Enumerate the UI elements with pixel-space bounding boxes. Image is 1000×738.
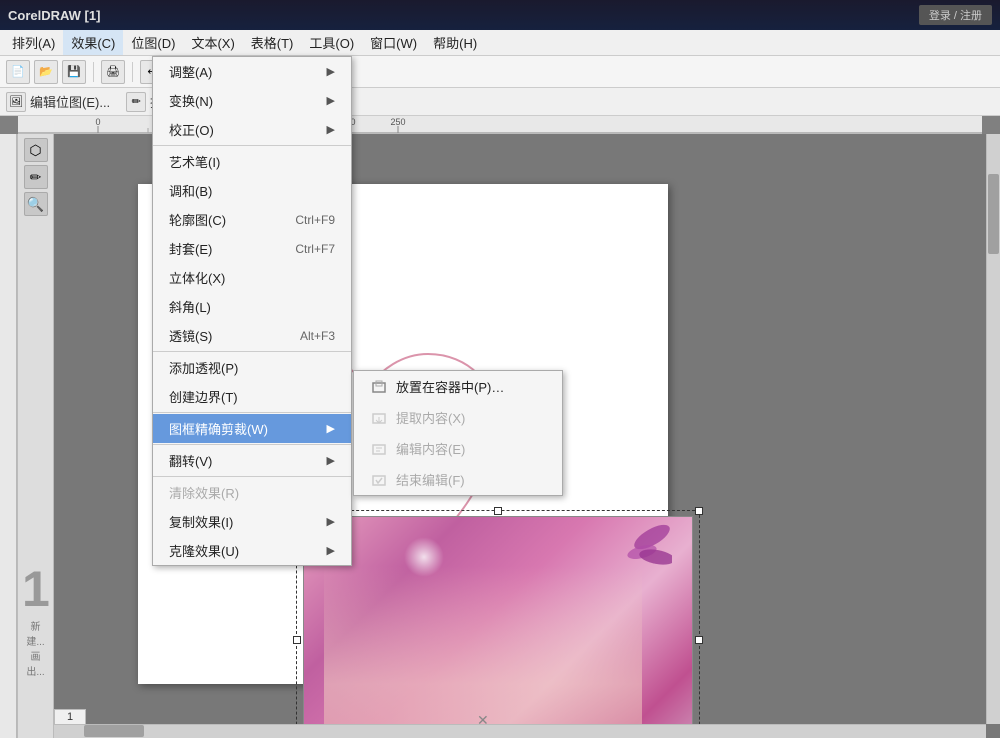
scrollbar-horizontal[interactable] (54, 724, 986, 738)
toolbar1: 📄 📂 💾 🖨 ↩ ↪ IR @ 贴齐 ✦ (0, 56, 1000, 88)
canvas-page-info: 1 新建... 画出... (22, 564, 49, 678)
menu-wenben[interactable]: 文本(X) (183, 30, 242, 55)
menu-bangzhu[interactable]: 帮助(H) (425, 30, 485, 55)
toolbar2: 🖼 编辑位图(E)... ✏ 描摹位图(T) ⬜ ✂ ⊞ ≡ (0, 88, 1000, 116)
powerpaste-arrow: ▶ (327, 422, 335, 435)
edit-content-icon (370, 440, 388, 458)
draw-label: 画出... (22, 648, 49, 678)
sep4 (153, 444, 351, 445)
menu-adjust[interactable]: 调整(A) ▶ (153, 57, 351, 86)
freehand-tool[interactable]: ✏ (24, 165, 48, 189)
app-title: CorelDRAW [1] (8, 8, 100, 23)
zoom-tool[interactable]: 🔍 (24, 192, 48, 216)
scrollbar-vertical[interactable] (986, 134, 1000, 724)
menu-correct[interactable]: 校正(O) ▶ (153, 115, 351, 144)
handle-mr (695, 636, 703, 644)
new-btn[interactable]: 📄 (6, 60, 30, 84)
menu-contour[interactable]: 轮廓图(C) Ctrl+F9 (153, 205, 351, 234)
save-btn[interactable]: 💾 (62, 60, 86, 84)
page-tabs-area: 1 (54, 708, 86, 724)
left-toolbox: ⬡ ✏ 🔍 1 新建... 画出... (18, 134, 54, 738)
scrollbar-v-thumb[interactable] (988, 174, 999, 254)
ruler-vertical (0, 134, 18, 738)
correct-arrow: ▶ (327, 123, 335, 136)
sep1 (93, 62, 94, 82)
contour-shortcut: Ctrl+F9 (295, 213, 335, 227)
select-tool[interactable]: ⬡ (24, 138, 48, 162)
place-container-icon (370, 378, 388, 396)
edit-content-icon-svg (371, 441, 387, 457)
sep5 (153, 476, 351, 477)
menu-xiaoguo[interactable]: 效果(C) (63, 30, 123, 55)
place-icon-svg (371, 379, 387, 395)
copyeffect-arrow: ▶ (327, 515, 335, 528)
finish-edit-icon (370, 471, 388, 489)
transform-arrow: ▶ (327, 94, 335, 107)
extract-icon-svg (371, 410, 387, 426)
svg-text:250: 250 (390, 117, 405, 127)
menu-bevel[interactable]: 斜角(L) (153, 292, 351, 321)
print-btn[interactable]: 🖨 (101, 60, 125, 84)
menu-bar: 排列(A) 效果(C) 位图(D) 文本(X) 表格(T) 工具(O) 窗口(W… (0, 30, 1000, 56)
open-btn[interactable]: 📂 (34, 60, 58, 84)
title-bar: CorelDRAW [1] 登录 / 注册 (0, 0, 1000, 30)
ruler-v-svg (0, 134, 18, 738)
page-number-display: 1 (22, 564, 49, 614)
sep2 (153, 351, 351, 352)
menu-weitu[interactable]: 位图(D) (123, 30, 183, 55)
menu-lens[interactable]: 透镜(S) Alt+F3 (153, 321, 351, 350)
submenu-finish-edit[interactable]: 结束编辑(F) (354, 464, 562, 495)
menu-powerpaste[interactable]: 图框精确剪裁(W) ▶ (153, 414, 351, 443)
extract-icon (370, 409, 388, 427)
handle-tr (695, 507, 703, 515)
powerpaste-submenu[interactable]: 放置在容器中(P)… 提取内容(X) 编辑内容(E) (353, 370, 563, 496)
scrollbar-h-thumb[interactable] (84, 725, 144, 737)
submenu-place-in-container[interactable]: 放置在容器中(P)… (354, 371, 562, 402)
svg-text:0: 0 (95, 117, 100, 127)
menu-envelope[interactable]: 封套(E) Ctrl+F7 (153, 234, 351, 263)
face-area (324, 566, 642, 738)
cloneeffect-arrow: ▶ (327, 544, 335, 557)
menu-artstroke[interactable]: 艺术笔(I) (153, 147, 351, 176)
trace-icon[interactable]: ✏ (126, 92, 146, 112)
new-label: 新建... (22, 618, 49, 648)
effect-menu[interactable]: 调整(A) ▶ 变换(N) ▶ 校正(O) ▶ 艺术笔(I) 调和(B) 轮廓图… (152, 56, 352, 566)
menu-pailie[interactable]: 排列(A) (4, 30, 63, 55)
menu-copyeffect[interactable]: 复制效果(I) ▶ (153, 507, 351, 536)
envelope-shortcut: Ctrl+F7 (295, 242, 335, 256)
canvas-image-container (303, 516, 693, 738)
sep1 (153, 145, 351, 146)
menu-cloneeffect[interactable]: 克隆效果(U) ▶ (153, 536, 351, 565)
finish-edit-icon-svg (371, 472, 387, 488)
menu-addperspective[interactable]: 添加透视(P) (153, 353, 351, 382)
menu-blend[interactable]: 调和(B) (153, 176, 351, 205)
edit-bitmap-icon[interactable]: 🖼 (6, 92, 26, 112)
adjust-arrow: ▶ (327, 65, 335, 78)
edit-bitmap-label[interactable]: 编辑位图(E)... (30, 92, 110, 111)
menu-createboundary[interactable]: 创建边界(T) (153, 382, 351, 411)
sep3 (153, 412, 351, 413)
sep2 (132, 62, 133, 82)
menu-chuangkou[interactable]: 窗口(W) (362, 30, 425, 55)
menu-biaoge[interactable]: 表格(T) (243, 30, 302, 55)
page-tab-1[interactable]: 1 (54, 709, 86, 724)
login-button[interactable]: 登录 / 注册 (919, 5, 992, 25)
menu-cleareffect[interactable]: 清除效果(R) (153, 478, 351, 507)
menu-gongju[interactable]: 工具(O) (301, 30, 362, 55)
lens-shortcut: Alt+F3 (300, 329, 335, 343)
menu-extrude[interactable]: 立体化(X) (153, 263, 351, 292)
menu-rollover[interactable]: 翻转(V) ▶ (153, 446, 351, 475)
submenu-extract-content[interactable]: 提取内容(X) (354, 402, 562, 433)
menu-transform[interactable]: 变换(N) ▶ (153, 86, 351, 115)
submenu-edit-content[interactable]: 编辑内容(E) (354, 433, 562, 464)
topright-buttons: 登录 / 注册 (919, 0, 1000, 30)
rollover-arrow: ▶ (327, 454, 335, 467)
